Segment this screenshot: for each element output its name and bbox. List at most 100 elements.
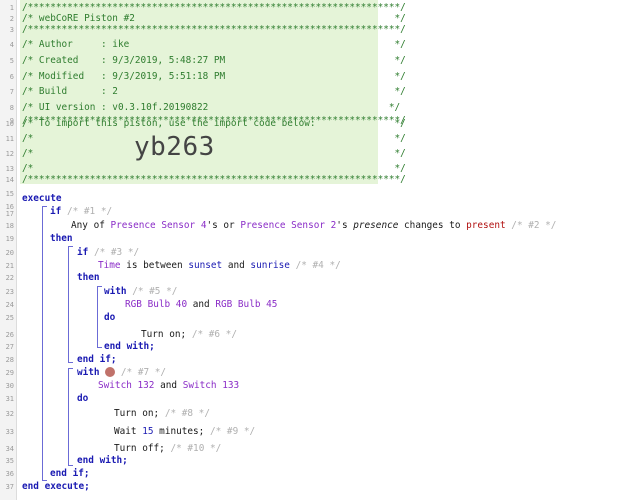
task-line[interactable]: Wait 15 minutes; /* #9 */	[114, 424, 255, 440]
line-number-gutter: 1 2 3 4 5 6 7 8 9 10 11 12 13 14 15 16 17 18 19 20 21 22 23 24 2…	[0, 0, 17, 500]
device-presence-sensor-4: Presence Sensor 4	[110, 220, 207, 231]
line-number: 6	[9, 73, 14, 81]
execute-block-bracket	[42, 206, 47, 481]
conjunction: and	[187, 299, 216, 310]
then-keyword: then	[50, 231, 73, 247]
line-number: 12	[5, 150, 14, 158]
device-list[interactable]: Switch 132 and Switch 133	[98, 378, 239, 394]
statement-comment: /* #7 */	[120, 367, 167, 378]
condition-text: is between	[120, 260, 189, 271]
comment-import-note: /* To import this piston, use the import…	[22, 118, 406, 129]
keyword: if	[50, 206, 62, 217]
statement-comment: /* #9 */	[210, 426, 256, 437]
keyword: do	[77, 393, 89, 404]
keyword: then	[50, 233, 73, 244]
line-number: 15	[5, 190, 14, 198]
line-number: 4	[9, 41, 14, 49]
keyword: with	[77, 367, 100, 378]
line-number: 28	[5, 356, 14, 364]
keyword: end if;	[77, 354, 117, 365]
keyword: end with;	[77, 455, 128, 466]
keyword: do	[104, 312, 116, 323]
line-number: 27	[5, 343, 14, 351]
end-execute-keyword: end execute;	[22, 479, 90, 495]
line-number: 11	[5, 135, 14, 143]
do-keyword: do	[104, 310, 115, 326]
wait-duration: 15	[142, 426, 154, 437]
if-block-bracket	[68, 246, 73, 363]
time-function: Time	[98, 260, 121, 271]
do-keyword: do	[77, 391, 88, 407]
condition-line[interactable]: Time is between sunset and sunrise /* #4…	[98, 258, 341, 274]
keyword: end if;	[50, 468, 90, 479]
statement-comment: /* #2 */	[511, 220, 557, 231]
with-block-bracket	[97, 286, 102, 348]
keyword: with	[104, 286, 127, 297]
keyword: if	[77, 247, 89, 258]
keyword: end execute;	[22, 481, 90, 492]
device-presence-sensor-2: Presence Sensor 2	[240, 220, 337, 231]
with-block-bracket	[68, 368, 73, 466]
line-number: 1	[9, 4, 14, 12]
sunset-value: sunset	[188, 260, 223, 271]
line-number: 8	[9, 104, 14, 112]
line-number: 10	[5, 120, 14, 128]
then-keyword: then	[77, 270, 100, 286]
statement-comment: /* #4 */	[295, 260, 341, 271]
device-rgb-bulb-45: RGB Bulb 45	[215, 299, 278, 310]
comment-build: /* Build : 2 */	[22, 86, 406, 97]
statement-comment: /* #6 */	[191, 329, 237, 340]
condition-value: present	[466, 220, 506, 231]
device-rgb-bulb-40: RGB Bulb 40	[125, 299, 188, 310]
comment-rule: /***************************************…	[22, 174, 406, 185]
keyword: end with;	[104, 341, 155, 352]
sunrise-value: sunrise	[250, 260, 290, 271]
condition-text: 's or	[206, 220, 241, 231]
bulb-badge-icon	[105, 366, 116, 377]
line-number: 23	[5, 288, 14, 296]
statement-comment: /* #1 */	[66, 206, 113, 217]
keyword: execute	[22, 193, 62, 204]
line-number: 24	[5, 301, 14, 309]
line-number: 33	[5, 428, 14, 436]
line-number: 26	[5, 331, 14, 339]
line-number: 22	[5, 274, 14, 282]
line-number: 17	[5, 210, 14, 218]
line-number: 25	[5, 314, 14, 322]
task-line[interactable]: Turn on; /* #8 */	[114, 406, 210, 422]
import-code: yb263	[134, 132, 215, 162]
statement-comment: /* #5 */	[132, 286, 178, 297]
line-number: 31	[5, 395, 14, 403]
keyword: then	[77, 272, 100, 283]
condition-text: Any of	[71, 220, 111, 231]
task-line[interactable]: Turn on; /* #6 */	[141, 327, 237, 343]
condition-text: and	[222, 260, 251, 271]
condition-line[interactable]: Any of Presence Sensor 4's or Presence S…	[71, 218, 556, 234]
statement-comment: /* #8 */	[164, 408, 210, 419]
conjunction: and	[154, 380, 183, 391]
line-number: 36	[5, 470, 14, 478]
device-switch-132: Switch 132	[98, 380, 155, 391]
line-number: 21	[5, 262, 14, 270]
line-number: 2	[9, 15, 14, 23]
line-number: 7	[9, 88, 14, 96]
condition-text: 's	[336, 220, 354, 231]
statement-comment: /* #3 */	[93, 247, 140, 258]
line-number: 35	[5, 457, 14, 465]
comment-rule: /***************************************…	[22, 24, 406, 35]
condition-text: changes to	[398, 220, 467, 231]
task-wait: Wait	[114, 426, 143, 437]
line-number: 37	[5, 483, 14, 491]
line-number: 14	[5, 176, 14, 184]
line-number: 3	[9, 26, 14, 34]
device-list[interactable]: RGB Bulb 40 and RGB Bulb 45	[125, 297, 277, 313]
comment-modified: /* Modified : 9/3/2019, 5:51:18 PM */	[22, 71, 406, 82]
line-number: 29	[5, 369, 14, 377]
comment-created: /* Created : 9/3/2019, 5:48:27 PM */	[22, 55, 406, 66]
attribute-name: presence	[353, 220, 399, 231]
task-line[interactable]: Turn off; /* #10 */	[114, 441, 221, 457]
line-number: 34	[5, 445, 14, 453]
line-number: 30	[5, 382, 14, 390]
device-switch-133: Switch 133	[182, 380, 240, 391]
line-number: 18	[5, 222, 14, 230]
